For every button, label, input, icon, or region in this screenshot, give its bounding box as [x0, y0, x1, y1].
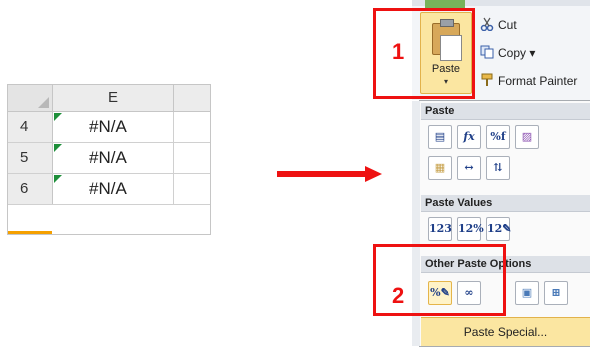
right-arrow-icon: [277, 166, 382, 182]
copy-button[interactable]: Copy ▾: [498, 46, 535, 60]
format-painter-button[interactable]: Format Painter: [498, 74, 577, 88]
row-number[interactable]: 4: [8, 112, 53, 142]
values-number-format-icon[interactable]: 12%: [457, 217, 484, 241]
section-header-paste-values: Paste Values: [421, 195, 590, 212]
keep-column-widths-icon[interactable]: ↔: [457, 156, 481, 180]
callout-box-2: 2: [373, 244, 506, 316]
cell-value: #N/A: [89, 148, 127, 167]
column-header-e[interactable]: E: [53, 85, 174, 111]
ribbon-tab-accent: [425, 0, 465, 8]
selected-row-indicator: [8, 231, 52, 234]
cell-value: #N/A: [89, 117, 127, 136]
row-number[interactable]: 5: [8, 143, 53, 173]
cell-e6[interactable]: #N/A: [53, 174, 174, 204]
callout-box-1: 1: [373, 8, 475, 99]
linked-picture-icon[interactable]: ⊞: [544, 281, 568, 305]
paste-special-menu-item[interactable]: Paste Special...: [421, 317, 590, 346]
table-row: 4 #N/A: [8, 112, 210, 143]
formulas-icon[interactable]: fx: [457, 125, 481, 149]
section-header-paste: Paste: [421, 103, 590, 120]
cut-button[interactable]: Cut: [498, 18, 517, 32]
table-row: 5 #N/A: [8, 143, 210, 174]
transpose-icon[interactable]: ⇅: [486, 156, 510, 180]
values-source-formatting-icon[interactable]: 12✎: [486, 217, 512, 241]
column-header-row: E: [8, 85, 210, 112]
keep-source-formatting-icon[interactable]: ▨: [515, 125, 539, 149]
spreadsheet-fragment: E 4 #N/A 5 #N/A 6 #N/A: [7, 84, 211, 235]
error-indicator-icon: [54, 113, 62, 121]
error-indicator-icon: [54, 175, 62, 183]
scissors-icon: [480, 17, 494, 31]
paintbrush-icon: [481, 73, 493, 86]
paste-icon[interactable]: ▤: [428, 125, 452, 149]
select-all-corner[interactable]: [8, 85, 53, 111]
picture-icon[interactable]: ▣: [515, 281, 539, 305]
values-icon[interactable]: 123: [428, 217, 452, 241]
cell-e4[interactable]: #N/A: [53, 112, 174, 142]
error-indicator-icon: [54, 144, 62, 152]
table-row: 6 #N/A: [8, 174, 210, 205]
cell-e5[interactable]: #N/A: [53, 143, 174, 173]
row-number[interactable]: 6: [8, 174, 53, 204]
no-borders-icon[interactable]: ▦: [428, 156, 452, 180]
cell-value: #N/A: [89, 179, 127, 198]
callout-number-1: 1: [392, 39, 405, 64]
formulas-number-format-icon[interactable]: %f: [486, 125, 510, 149]
copy-icon: [480, 45, 494, 59]
callout-number-2: 2: [392, 283, 405, 308]
